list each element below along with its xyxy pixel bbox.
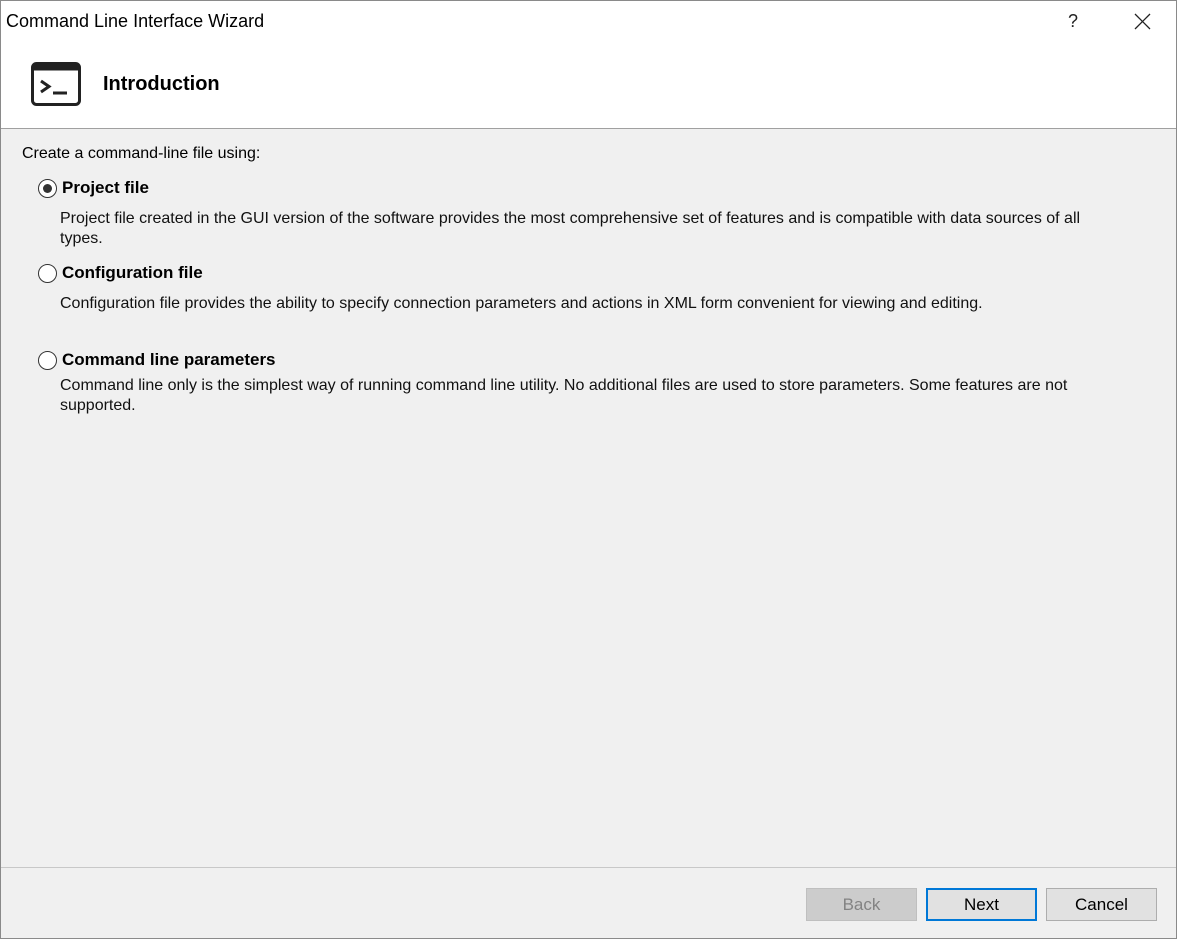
title-bar: Command Line Interface Wizard ? bbox=[1, 1, 1176, 41]
window-title: Command Line Interface Wizard bbox=[6, 11, 265, 31]
close-button[interactable] bbox=[1119, 5, 1165, 37]
option-configuration-file: Configuration file Configuration file pr… bbox=[38, 263, 1138, 312]
option-command-line-parameters: Command line parameters Command line onl… bbox=[38, 350, 1138, 414]
wizard-footer: Back Next Cancel bbox=[1, 867, 1176, 938]
option-description: Project file created in the GUI version … bbox=[60, 210, 1081, 247]
option-project-file: Project file Project file created in the… bbox=[38, 178, 1138, 247]
radio-label[interactable]: Configuration file bbox=[62, 263, 203, 283]
prompt-text: Create a command-line file using: bbox=[22, 145, 261, 162]
wizard-content: Create a command-line file using: Projec… bbox=[1, 130, 1176, 867]
radio-label[interactable]: Project file bbox=[62, 178, 149, 198]
wizard-header: Introduction bbox=[1, 41, 1176, 129]
back-button[interactable]: Back bbox=[806, 888, 917, 921]
radio-button-checked[interactable] bbox=[38, 179, 57, 198]
next-button[interactable]: Next bbox=[926, 888, 1037, 921]
help-button[interactable]: ? bbox=[1051, 5, 1095, 37]
radio-button[interactable] bbox=[38, 264, 57, 283]
radio-command-line-parameters[interactable]: Command line parameters bbox=[38, 350, 1138, 372]
radio-project-file[interactable]: Project file bbox=[38, 178, 1138, 200]
option-description: Command line only is the simplest way of… bbox=[60, 377, 1068, 414]
radio-button[interactable] bbox=[38, 351, 57, 370]
option-description: Configuration file provides the ability … bbox=[60, 295, 983, 312]
radio-configuration-file[interactable]: Configuration file bbox=[38, 263, 1138, 285]
cancel-button[interactable]: Cancel bbox=[1046, 888, 1157, 921]
radio-label[interactable]: Command line parameters bbox=[62, 350, 276, 370]
terminal-icon bbox=[31, 62, 81, 106]
wizard-window: Command Line Interface Wizard ? Introduc… bbox=[0, 0, 1177, 939]
close-icon bbox=[1134, 13, 1151, 30]
page-title: Introduction bbox=[103, 73, 220, 95]
